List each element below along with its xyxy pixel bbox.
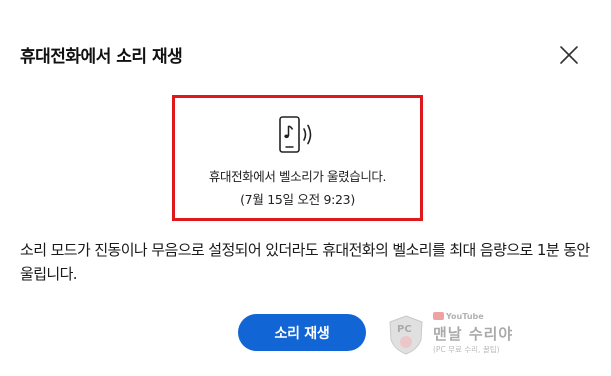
watermark-youtube: YouTube [433,312,484,321]
svg-text:PC: PC [397,324,412,335]
watermark-subtitle: (PC 무료 수리, 꿀팁) [433,345,500,354]
watermark-channel-name: 맨날 수리야 [433,325,514,343]
youtube-label: YouTube [446,312,484,321]
close-icon[interactable] [558,44,580,66]
ring-notice-highlight: 휴대전화에서 벨소리가 울렸습니다. (7월 15일 오전 9:23) [172,95,423,221]
youtube-icon [433,312,444,320]
ring-timestamp: (7월 15일 오전 9:23) [240,192,355,207]
watermark: PC YouTube 맨날 수리야 (PC 무료 수리, 꿀팁) [387,312,527,360]
play-sound-dialog: 휴대전화에서 소리 재생 휴대전화에서 벨소리가 울렸습니다. (7월 15일 … [0,0,611,376]
dialog-description: 소리 모드가 진동이나 무음으로 설정되어 있더라도 휴대전화의 벨소리를 최대… [20,241,590,283]
watermark-logo-icon: PC [389,315,423,355]
play-sound-button[interactable]: 소리 재생 [238,314,366,351]
ring-message: 휴대전화에서 벨소리가 울렸습니다. [208,169,387,184]
dialog-title: 휴대전화에서 소리 재생 [20,47,183,67]
phone-ringing-icon [279,116,312,153]
